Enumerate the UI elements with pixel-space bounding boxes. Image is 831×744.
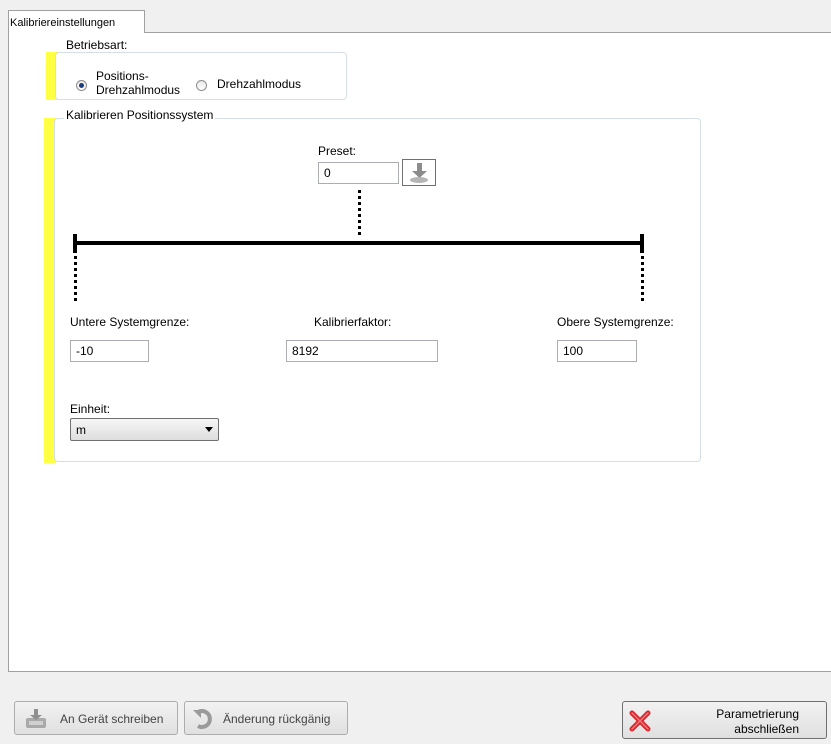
obere-systemgrenze-input[interactable]: 100 [557, 340, 637, 362]
untere-systemgrenze-input[interactable]: -10 [70, 340, 149, 362]
kalibrierfaktor-input[interactable]: 8192 [286, 340, 438, 362]
einheit-label: Einheit: [70, 402, 111, 416]
lower-limit-indicator [74, 256, 77, 301]
preset-apply-button[interactable] [402, 159, 436, 186]
radio-drehzahlmodus[interactable] [196, 80, 207, 91]
undo-changes-button[interactable]: Änderung rückgänig [184, 701, 348, 735]
undo-changes-label: Änderung rückgänig [223, 712, 331, 726]
einheit-select[interactable]: m [70, 418, 219, 441]
untere-systemgrenze-label: Untere Systemgrenze: [70, 315, 190, 329]
upper-limit-tick [640, 234, 644, 253]
radio-positions-drehzahlmodus[interactable] [76, 80, 87, 91]
write-to-device-button[interactable]: An Gerät schreiben [14, 701, 178, 735]
chevron-down-icon [205, 427, 213, 432]
undo-icon [193, 709, 212, 729]
tab-label: Kalibriereinstellungen [10, 17, 116, 29]
obere-systemgrenze-label: Obere Systemgrenze: [557, 315, 674, 329]
einheit-selected-value: m [76, 423, 86, 437]
upper-limit-indicator [641, 256, 644, 301]
finish-parametrization-button[interactable]: Parametrierung abschließen [622, 701, 827, 739]
tab-kalibriereinstellungen[interactable]: Kalibriereinstellungen [8, 10, 145, 33]
kalibrierfaktor-label: Kalibrierfaktor: [314, 315, 392, 329]
write-device-icon [26, 709, 46, 728]
lower-limit-tick [73, 234, 77, 253]
preset-indicator-line [358, 190, 361, 238]
betriebsart-legend: Betriebsart: [64, 38, 130, 52]
radio-drehzahlmodus-label: Drehzahlmodus [217, 77, 302, 91]
apply-preset-icon [410, 163, 428, 183]
preset-input[interactable]: 0 [318, 162, 399, 184]
system-range-line [74, 241, 644, 245]
kalibrieren-legend: Kalibrieren Positionssystem [64, 108, 216, 122]
cancel-x-icon [629, 710, 651, 732]
write-to-device-label: An Gerät schreiben [60, 712, 164, 726]
preset-label: Preset: [318, 144, 357, 158]
radio-positions-label-line2: Drehzahlmodus [96, 83, 181, 97]
finish-label-line1: Parametrierung [716, 707, 799, 721]
radio-positions-label-line1: Positions- [96, 69, 149, 83]
finish-label-line2: abschließen [734, 722, 799, 736]
